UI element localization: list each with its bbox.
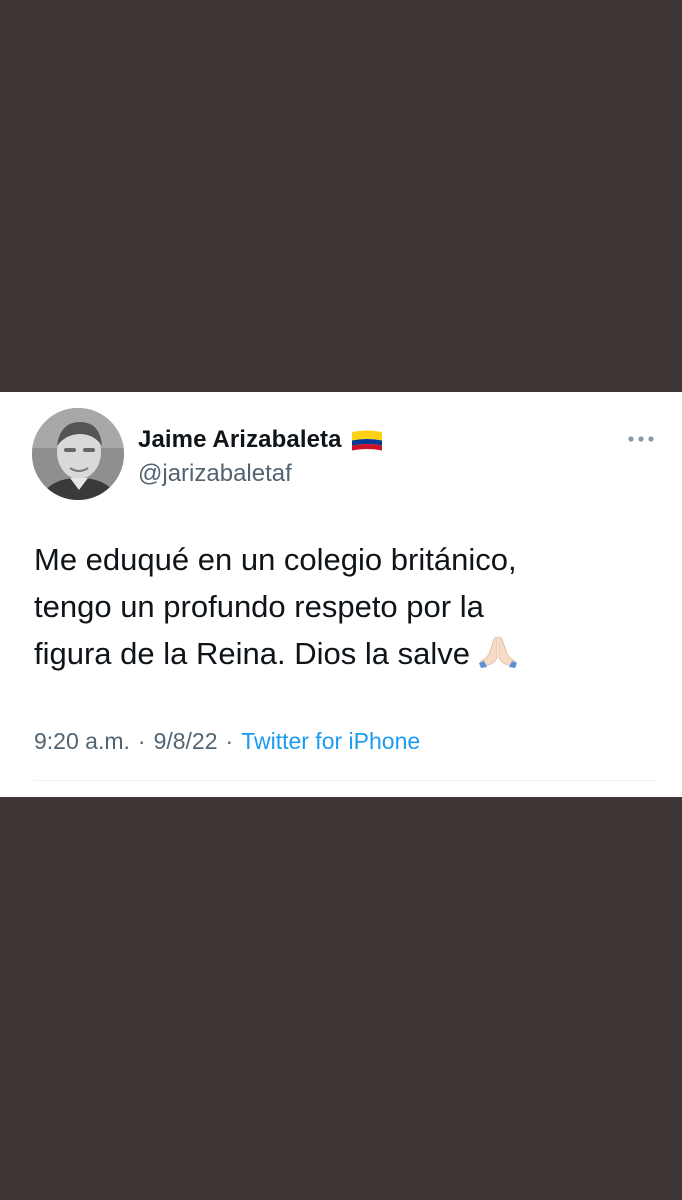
meta-separator: · — [225, 728, 234, 754]
more-options-icon[interactable] — [626, 432, 656, 446]
divider — [34, 780, 656, 781]
bottom-background — [0, 797, 682, 1200]
tweet-body: Me eduqué en un colegio británico, tengo… — [34, 536, 654, 677]
author-name-row: Jaime Arizabaleta — [138, 426, 382, 454]
tweet-card[interactable]: Jaime Arizabaleta @jarizabaletaf Me eduq… — [0, 392, 682, 797]
folded-hands-icon — [478, 636, 517, 668]
tweet-text-line: figura de la Reina. Dios la salve — [34, 630, 654, 677]
top-background — [0, 0, 682, 392]
colombia-flag-icon — [351, 430, 382, 450]
tweet-time[interactable]: 9:20 a.m. — [34, 728, 130, 754]
tweet-source-link[interactable]: Twitter for iPhone — [241, 728, 420, 754]
tweet-meta: 9:20 a.m. · 9/8/22 · Twitter for iPhone — [34, 728, 420, 755]
tweet-date[interactable]: 9/8/22 — [154, 728, 218, 754]
tweet-text-line: tengo un profundo respeto por la — [34, 589, 484, 624]
author-avatar[interactable] — [32, 408, 124, 500]
author-display-name[interactable]: Jaime Arizabaleta — [138, 426, 342, 454]
tweet-text-line-content: figura de la Reina. Dios la salve — [34, 636, 470, 671]
meta-separator: · — [137, 728, 146, 754]
tweet-text-line: Me eduqué en un colegio británico, — [34, 542, 517, 577]
author-handle[interactable]: @jarizabaletaf — [138, 460, 292, 488]
